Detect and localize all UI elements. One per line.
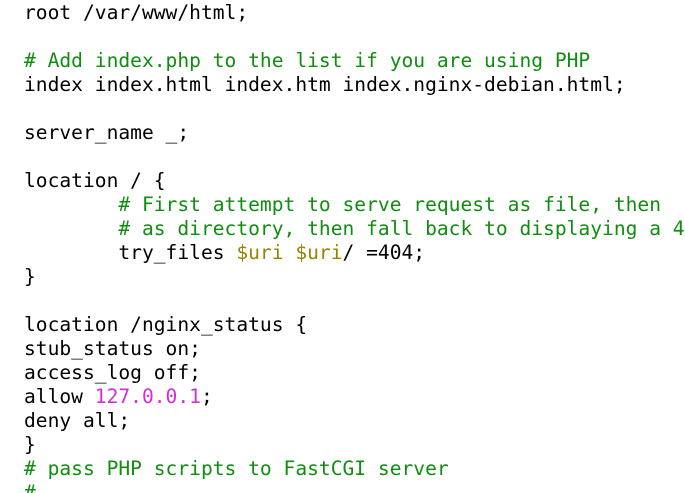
code-token: index index.html index.htm index.nginx-d… [24, 73, 626, 96]
code-token: root /var/www/html; [24, 1, 249, 24]
code-variable: $uri [236, 241, 284, 264]
code-token: try_files [24, 241, 237, 264]
code-line: access_log off; [24, 361, 685, 385]
code-line: server_name _; [24, 121, 685, 145]
code-token: ; [200, 385, 213, 408]
code-comment: # Add index.php to the list if you are u… [24, 49, 591, 72]
code-token: server_name _; [24, 121, 190, 144]
code-line: location /nginx_status { [24, 313, 685, 337]
code-token: deny all; [24, 409, 131, 432]
code-token: / =404; [342, 241, 426, 264]
code-line: root /var/www/html; [24, 1, 685, 25]
terminal-window[interactable]: root /var/www/html; # Add index.php to th… [0, 0, 685, 493]
code-token: location / { [24, 169, 166, 192]
code-line: # [24, 481, 685, 493]
code-editor-text[interactable]: root /var/www/html; # Add index.php to th… [24, 1, 685, 493]
code-line: index index.html index.htm index.nginx-d… [24, 73, 685, 97]
code-line: # pass PHP scripts to FastCGI server [24, 457, 685, 481]
code-token: location /nginx_status { [24, 313, 308, 336]
code-number: 127.0.0.1 [94, 385, 201, 408]
code-token: allow [24, 385, 95, 408]
code-comment: # [24, 481, 36, 493]
code-line: # First attempt to serve request as file… [24, 193, 685, 217]
code-line: location / { [24, 169, 685, 193]
code-line: } [24, 265, 685, 289]
code-token: stub_status on; [24, 337, 201, 360]
code-comment: # as directory, then fall back to displa… [24, 217, 685, 240]
code-line: deny all; [24, 409, 685, 433]
code-token: } [24, 433, 36, 456]
code-token: } [24, 265, 36, 288]
code-comment: # First attempt to serve request as file… [24, 193, 662, 216]
code-comment: # pass PHP scripts to FastCGI server [24, 457, 449, 480]
code-line: } [24, 433, 685, 457]
code-token: access_log off; [24, 361, 201, 384]
code-line: # Add index.php to the list if you are u… [24, 49, 685, 73]
code-line: allow 127.0.0.1; [24, 385, 685, 409]
code-variable: $uri [295, 241, 343, 264]
code-line: stub_status on; [24, 337, 685, 361]
code-line: try_files $uri $uri/ =404; [24, 241, 685, 265]
code-line: # as directory, then fall back to displa… [24, 217, 685, 241]
